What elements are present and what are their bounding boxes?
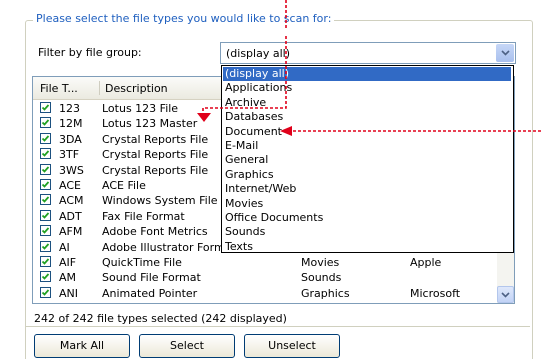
dropdown-option[interactable]: Document — [223, 125, 511, 139]
row-checkbox[interactable] — [40, 240, 51, 252]
file-type-cell: 3TF — [59, 148, 80, 162]
description-cell: Windows System File — [102, 194, 218, 208]
unselect-button[interactable]: Unselect — [244, 334, 340, 358]
description-cell: Adobe Illustrator Form — [102, 240, 225, 254]
file-type-cell: 123 — [59, 102, 80, 115]
dropdown-option[interactable]: Applications — [223, 81, 511, 95]
description-cell: Lotus 123 Master — [102, 117, 198, 131]
row-checkbox[interactable] — [40, 102, 51, 113]
file-type-cell: 3DA — [59, 132, 82, 146]
row-checkbox[interactable] — [40, 163, 51, 175]
table-row[interactable]: AIF QuickTime File Movies Apple — [33, 255, 493, 270]
mark-all-button[interactable]: Mark All — [34, 334, 130, 358]
row-checkbox[interactable] — [40, 209, 51, 221]
group-cell: Sounds — [301, 271, 342, 285]
dropdown-option[interactable]: Graphics — [223, 168, 511, 182]
row-checkbox[interactable] — [40, 286, 51, 298]
row-checkbox[interactable] — [40, 179, 51, 190]
dropdown-option[interactable]: Archive — [223, 96, 511, 110]
file-type-cell: AM — [59, 271, 77, 285]
file-type-cell: 3WS — [59, 163, 84, 177]
file-type-cell: AI — [59, 240, 70, 254]
row-checkbox[interactable] — [40, 271, 51, 283]
description-cell: Crystal Reports File — [102, 148, 209, 162]
file-type-cell: ADT — [59, 209, 82, 223]
description-cell: Fax File Format — [102, 209, 185, 223]
selection-status: 242 of 242 file types selected (242 disp… — [34, 312, 287, 325]
row-checkbox[interactable] — [40, 194, 51, 206]
dropdown-option[interactable]: E-Mail — [223, 139, 511, 153]
dropdown-option[interactable]: General — [223, 153, 511, 167]
description-cell: Adobe Font Metrics — [102, 225, 208, 239]
file-type-cell: ACE — [59, 179, 81, 192]
description-cell: Lotus 123 File — [102, 102, 179, 115]
dropdown-option[interactable]: Texts — [223, 240, 511, 254]
file-type-cell: AFM — [59, 225, 83, 239]
combobox-value: (display all) — [226, 47, 290, 60]
dropdown-option[interactable]: (display all) — [223, 67, 511, 81]
row-checkbox[interactable] — [40, 256, 51, 267]
dropdown-option[interactable]: Office Documents — [223, 211, 511, 225]
dropdown-option[interactable]: Movies — [223, 197, 511, 211]
file-group-combobox[interactable]: (display all) — [220, 42, 516, 64]
vendor-cell: Microsoft — [410, 286, 461, 300]
description-cell: Sound File Format — [102, 271, 201, 285]
description-cell: Crystal Reports File — [102, 163, 209, 177]
column-header-description[interactable]: Description — [105, 82, 168, 95]
column-divider[interactable] — [99, 81, 100, 95]
table-row[interactable]: AM Sound File Format Sounds — [33, 270, 493, 285]
dropdown-option[interactable]: Sounds — [223, 225, 511, 239]
description-cell: QuickTime File — [102, 256, 182, 269]
row-checkbox[interactable] — [40, 117, 51, 129]
group-title: Please select the file types you would l… — [33, 12, 335, 25]
file-type-cell: ACM — [59, 194, 84, 208]
row-checkbox[interactable] — [40, 225, 51, 237]
file-type-cell: 12M — [59, 117, 83, 131]
select-button[interactable]: Select — [139, 334, 235, 358]
filter-label: Filter by file group: — [38, 46, 142, 59]
chevron-down-icon[interactable] — [496, 44, 514, 62]
dropdown-option[interactable]: Internet/Web — [223, 182, 511, 196]
file-type-cell: AIF — [59, 256, 77, 269]
row-checkbox[interactable] — [40, 132, 51, 144]
scroll-down-button[interactable] — [497, 286, 514, 303]
group-cell: Graphics — [301, 286, 350, 300]
description-cell: Crystal Reports File — [102, 132, 209, 146]
file-group-dropdown-list[interactable]: (display all) Applications Archive Database… — [221, 65, 514, 253]
description-cell: ACE File — [102, 179, 146, 192]
divider — [26, 326, 530, 327]
dropdown-option[interactable]: Databases — [223, 110, 511, 124]
vendor-cell: Apple — [410, 256, 442, 269]
row-checkbox[interactable] — [40, 148, 51, 160]
file-type-cell: ANI — [59, 286, 78, 300]
group-cell: Movies — [301, 256, 340, 269]
description-cell: Animated Pointer — [102, 286, 198, 300]
table-row[interactable]: ANI Animated Pointer Graphics Microsoft — [33, 286, 493, 301]
column-header-file-type[interactable]: File T... — [40, 82, 78, 95]
